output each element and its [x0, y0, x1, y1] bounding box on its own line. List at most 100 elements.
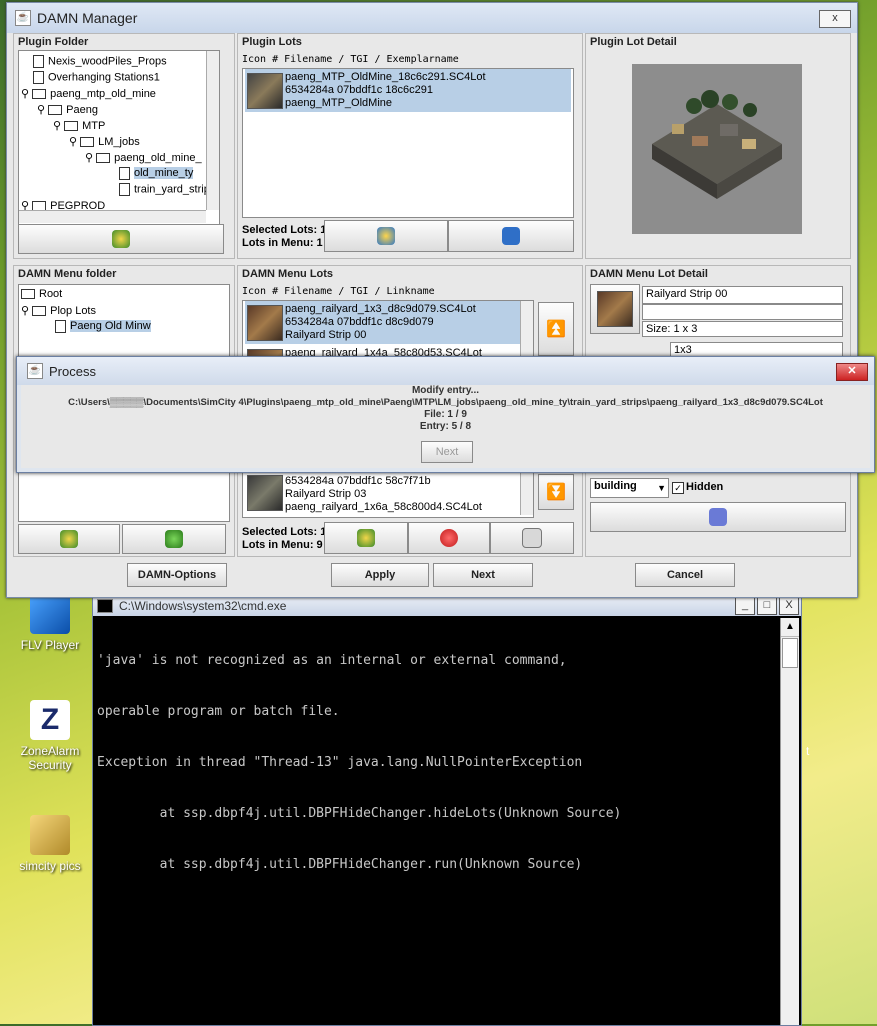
- next-button[interactable]: Next: [433, 563, 533, 587]
- move-bottom-button[interactable]: ⏬: [538, 474, 574, 510]
- building-icon: [709, 508, 727, 526]
- process-close-button[interactable]: ✕: [836, 363, 868, 381]
- panel-title: Plugin Lots: [242, 36, 302, 48]
- cmd-title: C:\Windows\system32\cmd.exe: [119, 599, 287, 613]
- folder-icon: [30, 815, 70, 855]
- add-menu-lot-button[interactable]: [18, 524, 120, 554]
- folder-icon: [21, 289, 35, 300]
- desktop-icon-label: FLV Player: [20, 638, 80, 652]
- desktop-icon-flv[interactable]: FLV Player: [10, 594, 90, 652]
- refresh-icon: [165, 530, 183, 548]
- menu-count: Lots in Menu: 1: [242, 237, 323, 249]
- preview-lot-button[interactable]: [324, 220, 448, 252]
- tree-item[interactable]: ⚲ LM_jobs: [69, 135, 140, 148]
- folder-icon: [32, 89, 47, 100]
- tree-item[interactable]: Root: [21, 288, 62, 300]
- panel-title: DAMN Menu folder: [18, 268, 117, 280]
- close-button[interactable]: X: [779, 597, 799, 615]
- cancel-button[interactable]: Cancel: [635, 563, 735, 587]
- add-lot-button[interactable]: [324, 522, 408, 554]
- selected-count: Selected Lots: 1: [242, 526, 327, 538]
- file-path: C:\Users\▒▒▒▒▒\Documents\SimCity 4\Plugi…: [68, 397, 823, 408]
- scroll-thumb[interactable]: [782, 638, 798, 668]
- folder-icon: [96, 153, 111, 164]
- file-icon: [119, 183, 130, 196]
- process-next-button[interactable]: Next: [421, 441, 473, 463]
- tree-item[interactable]: ⚲ paeng_old_mine_: [85, 151, 202, 164]
- damn-options-button[interactable]: DAMN-Options: [127, 563, 227, 587]
- maximize-button[interactable]: □: [757, 597, 777, 615]
- tree-vscroll[interactable]: [206, 51, 219, 210]
- folder-icon: [80, 137, 95, 148]
- tree-hscroll[interactable]: [19, 210, 206, 223]
- lot-name-field[interactable]: Railyard Strip 00: [642, 286, 843, 304]
- cmd-line: 'java' is not recognized as an internal …: [97, 653, 567, 668]
- hidden-checkbox[interactable]: ✓: [672, 482, 684, 494]
- entry-progress: Entry: 5 / 8: [419, 421, 472, 432]
- refresh-button[interactable]: [122, 524, 226, 554]
- scroll-up-icon[interactable]: ▲: [781, 618, 799, 637]
- chevron-down-icon[interactable]: ▼: [657, 481, 666, 495]
- status-text: Modify entry...: [411, 385, 480, 396]
- remove-lot-button[interactable]: [408, 522, 490, 554]
- move-top-button[interactable]: ⏫: [538, 302, 574, 356]
- plugin-lot-detail-panel: Plugin Lot Detail: [585, 33, 851, 259]
- list-item[interactable]: paeng_railyard_1x3_d8c9d079.SC4Lot 65342…: [245, 301, 531, 344]
- cmd-icon: [97, 599, 113, 613]
- list-item[interactable]: paeng_MTP_OldMine_18c6c291.SC4Lot 653428…: [245, 69, 571, 112]
- properties-button[interactable]: [490, 522, 574, 554]
- plugin-lots-list[interactable]: paeng_MTP_OldMine_18c6c291.SC4Lot 653428…: [242, 68, 574, 218]
- window-close-button[interactable]: x: [819, 10, 851, 28]
- desktop-icon-simcity[interactable]: simcity pics: [10, 815, 90, 873]
- add-folder-button[interactable]: [18, 224, 224, 254]
- window-title-bar[interactable]: ☕ DAMN Manager: [7, 3, 857, 33]
- tree-item-selected[interactable]: old_mine_ty: [119, 167, 194, 180]
- lot-size-field: Size: 1 x 3: [642, 321, 843, 337]
- column-header: Icon # Filename / TGI / Exemplarname: [242, 54, 459, 65]
- cmd-scrollbar[interactable]: ▲: [780, 618, 799, 1025]
- tree-item[interactable]: train_yard_strip: [119, 183, 210, 196]
- hidden-label: Hidden: [686, 481, 724, 493]
- process-title-bar[interactable]: ☕ Process: [17, 357, 874, 385]
- folder-icon: [48, 105, 63, 116]
- java-icon: ☕: [27, 363, 43, 379]
- lot-icon-button[interactable]: [590, 284, 640, 334]
- tree-item[interactable]: Nexis_woodPiles_Props: [33, 55, 167, 68]
- add-lot-icon: [112, 230, 130, 248]
- tree-item[interactable]: ⚲ Paeng: [37, 103, 98, 116]
- tree-item[interactable]: ⚲ MTP: [53, 119, 105, 132]
- tree-item-selected[interactable]: Paeng Old Minw: [55, 320, 151, 333]
- list-item[interactable]: 6534284a 07bddf1c 58c7f71b Railyard Stri…: [245, 471, 531, 514]
- add-to-menu-button[interactable]: [448, 220, 574, 252]
- desktop-icon-label: ZoneAlarm Security: [20, 744, 80, 772]
- damn-manager-window[interactable]: ☕ DAMN Manager x Plugin Folder Nexis_woo…: [6, 2, 858, 598]
- add-lot-icon: [357, 529, 375, 547]
- desktop-icon-label: simcity pics: [19, 859, 81, 873]
- tree-item[interactable]: ⚲ Plop Lots: [21, 304, 96, 317]
- plugin-folder-tree[interactable]: Nexis_woodPiles_Props Overhanging Statio…: [18, 50, 220, 226]
- folder-icon: [32, 306, 47, 317]
- lot-thumbnail: [247, 73, 283, 109]
- selected-count: Selected Lots: 1: [242, 224, 327, 236]
- panel-title: DAMN Menu Lot Detail: [590, 268, 708, 280]
- cmd-title-bar[interactable]: C:\Windows\system32\cmd.exe _ □ X: [93, 596, 801, 616]
- cmd-window[interactable]: C:\Windows\system32\cmd.exe _ □ X 'java'…: [92, 595, 802, 1026]
- process-body: Modify entry... C:\Users\▒▒▒▒▒\Documents…: [21, 385, 870, 468]
- tree-item[interactable]: Overhanging Stations1: [33, 71, 160, 84]
- apply-button[interactable]: Apply: [331, 563, 429, 587]
- desktop-icon-zonealarm[interactable]: Z ZoneAlarm Security: [10, 700, 90, 772]
- lot-description-field[interactable]: [642, 304, 843, 320]
- move-top-icon: ⏫: [546, 321, 566, 338]
- lot-type-select[interactable]: building ▼: [590, 478, 669, 498]
- file-icon: [119, 167, 130, 180]
- process-dialog[interactable]: ☕ Process ✕ Modify entry... C:\Users\▒▒▒…: [16, 356, 875, 473]
- file-icon: [55, 320, 66, 333]
- move-bottom-icon: ⏬: [546, 484, 566, 501]
- cmd-line: at ssp.dbpf4j.util.DBPFHideChanger.run(U…: [97, 857, 583, 872]
- building-button[interactable]: [590, 502, 846, 532]
- file-icon: [33, 55, 44, 68]
- tree-item[interactable]: ⚲ paeng_mtp_old_mine: [21, 87, 156, 100]
- minimize-button[interactable]: _: [735, 597, 755, 615]
- panel-title: Plugin Folder: [18, 36, 89, 48]
- folder-icon: [64, 121, 79, 132]
